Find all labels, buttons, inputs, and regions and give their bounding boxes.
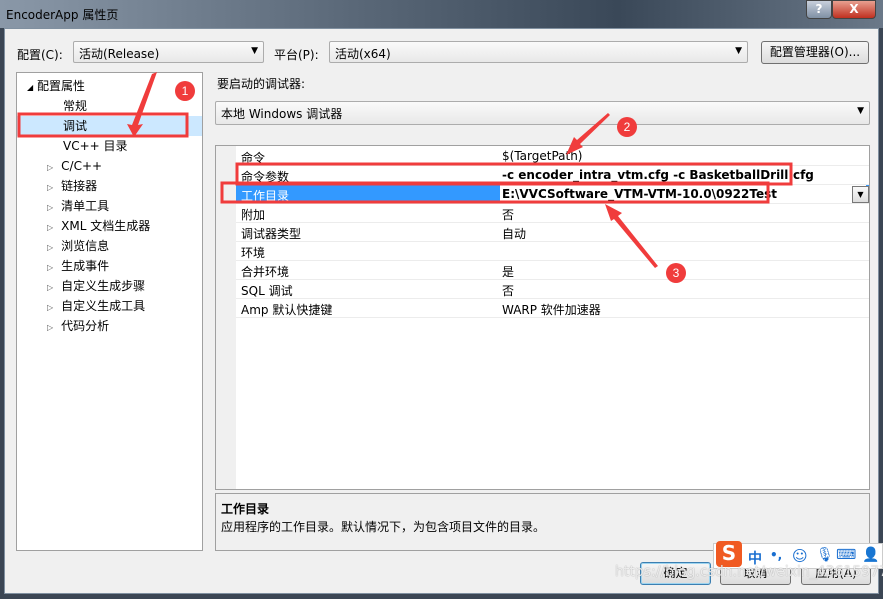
window-title: EncoderApp 属性页 — [6, 8, 119, 22]
property-row[interactable]: 调试器类型 自动 — [236, 223, 869, 242]
property-name: 附加 — [241, 208, 266, 222]
tree-item[interactable]: 调试 — [17, 116, 202, 136]
platform-value: 活动(x64) — [335, 47, 391, 61]
property-value: 否 — [502, 208, 515, 222]
tree-item-label: XML 文档生成器 — [61, 219, 151, 233]
config-manager-button[interactable]: 配置管理器(O)... — [761, 41, 869, 64]
tree-root-label: 配置属性 — [36, 79, 85, 93]
debugger-select[interactable]: 本地 Windows 调试器 ▼ — [215, 101, 870, 125]
title-bar: EncoderApp 属性页 ? X — [0, 0, 883, 28]
expand-icon: ▷ — [47, 223, 54, 232]
property-row[interactable]: Amp 默认快捷键 WARP 软件加速器 — [236, 299, 869, 318]
expand-icon: ▷ — [47, 183, 54, 192]
tree-item-label: 常规 — [63, 99, 88, 113]
property-value: 是 — [502, 265, 515, 279]
chevron-down-icon: ▼ — [857, 106, 864, 116]
property-name: 工作目录 — [241, 189, 290, 203]
tree-item-label: 代码分析 — [61, 319, 110, 333]
config-value: 活动(Release) — [79, 47, 160, 61]
property-name: 合并环境 — [241, 265, 290, 279]
expand-icon: ▷ — [47, 323, 54, 332]
config-select[interactable]: 活动(Release) ▼ — [73, 41, 264, 63]
dropdown-button[interactable]: ▼ — [852, 186, 869, 203]
collapse-icon: ◢ — [27, 83, 34, 92]
expand-icon: ▷ — [47, 283, 54, 292]
user-icon[interactable]: 👤 — [862, 547, 879, 563]
keyboard-icon[interactable]: ⌨ — [836, 547, 856, 563]
platform-label: 平台(P): — [274, 48, 319, 62]
property-value: 自动 — [502, 227, 527, 241]
tree-item[interactable]: ▷ 生成事件 — [17, 256, 109, 276]
property-value: -c encoder_intra_vtm.cfg -c BasketballDr… — [502, 168, 814, 182]
tree-item-label: 自定义生成工具 — [61, 299, 146, 313]
tree-item-label: 生成事件 — [61, 259, 110, 273]
property-value: $(TargetPath) — [502, 149, 583, 163]
tree-item-label: C/C++ — [61, 159, 103, 173]
chevron-down-icon: ▼ — [251, 46, 258, 56]
tree-item[interactable]: ▷ 链接器 — [17, 176, 97, 196]
tree-item[interactable]: ▷ 清单工具 — [17, 196, 109, 216]
emoji-icon[interactable]: ☺ — [792, 547, 808, 565]
tree-item-label: 链接器 — [61, 179, 98, 193]
property-value[interactable]: E:\VVCSoftware_VTM-VTM-10.0\0922Test — [500, 185, 866, 203]
property-value: 否 — [502, 284, 515, 298]
property-value: WARP 软件加速器 — [502, 303, 601, 317]
property-name: 命令参数 — [241, 170, 290, 184]
tree-item[interactable]: VC++ 目录 — [17, 136, 128, 156]
punct-toggle[interactable]: •, — [770, 548, 782, 562]
tree-item[interactable]: ▷ 浏览信息 — [17, 236, 109, 256]
tree-item-label: 自定义生成步骤 — [61, 279, 146, 293]
property-row[interactable]: SQL 调试 否 — [236, 280, 869, 299]
tree-item[interactable]: ▷ 代码分析 — [17, 316, 109, 336]
tree-item[interactable]: ▷ C/C++ — [17, 156, 102, 176]
tree-item-label: 清单工具 — [61, 199, 110, 213]
property-row[interactable]: 工作目录 E:\VVCSoftware_VTM-VTM-10.0\0922Test — [236, 185, 869, 204]
tree-item[interactable]: ▷ 自定义生成步骤 — [17, 276, 145, 296]
property-name: SQL 调试 — [241, 284, 293, 298]
tree-item-label: 调试 — [63, 119, 88, 133]
property-row[interactable]: 命令 $(TargetPath) — [236, 147, 869, 166]
property-row[interactable]: 环境 — [236, 242, 869, 261]
property-name: 调试器类型 — [241, 227, 302, 241]
description-text: 应用程序的工作目录。默认情况下，为包含项目文件的目录。 — [221, 520, 546, 534]
property-tree: ◢ 配置属性 常规调试 VC++ 目录 ▷ C/C++ ▷ 链接器 ▷ 清单工具 ▷ XML 文档… — [16, 72, 203, 551]
debugger-label: 要启动的调试器: — [217, 77, 306, 91]
watermark: https://blog.csdn.net/weixin_43615977 — [615, 564, 883, 580]
expand-icon: ▷ — [47, 203, 54, 212]
property-row[interactable]: 命令参数 -c encoder_intra_vtm.cfg -c Basketba… — [236, 166, 869, 185]
help-button[interactable]: ? — [806, 0, 832, 19]
property-name: Amp 默认快捷键 — [241, 303, 333, 317]
expand-icon: ▷ — [47, 263, 54, 272]
tree-item[interactable]: 常规 — [17, 96, 87, 116]
tree-item[interactable]: ▷ 自定义生成工具 — [17, 296, 145, 316]
expand-icon: ▷ — [47, 303, 54, 312]
microphone-icon[interactable]: 🎙 — [816, 547, 834, 563]
property-grid: 命令 $(TargetPath) 命令参数 -c encoder_intra_vtm.… — [215, 145, 870, 490]
property-name: 命令 — [241, 151, 266, 165]
tree-item[interactable]: ▷ XML 文档生成器 — [17, 216, 150, 236]
property-row[interactable]: 附加 否 — [236, 204, 869, 223]
debugger-value: 本地 Windows 调试器 — [221, 107, 343, 121]
platform-select[interactable]: 活动(x64) ▼ — [329, 41, 748, 63]
property-name: 环境 — [241, 246, 266, 260]
config-label: 配置(C): — [17, 48, 63, 62]
tree-item-label: 浏览信息 — [61, 239, 110, 253]
tree-root[interactable]: ◢ 配置属性 — [27, 76, 85, 96]
expand-icon: ▷ — [47, 163, 54, 172]
chevron-down-icon: ▼ — [735, 46, 742, 56]
expand-icon: ▷ — [47, 243, 54, 252]
property-row[interactable]: 合并环境 是 — [236, 261, 869, 280]
close-button[interactable]: X — [832, 0, 876, 19]
description-title: 工作目录 — [221, 502, 270, 516]
tree-item-label: VC++ 目录 — [63, 139, 128, 153]
